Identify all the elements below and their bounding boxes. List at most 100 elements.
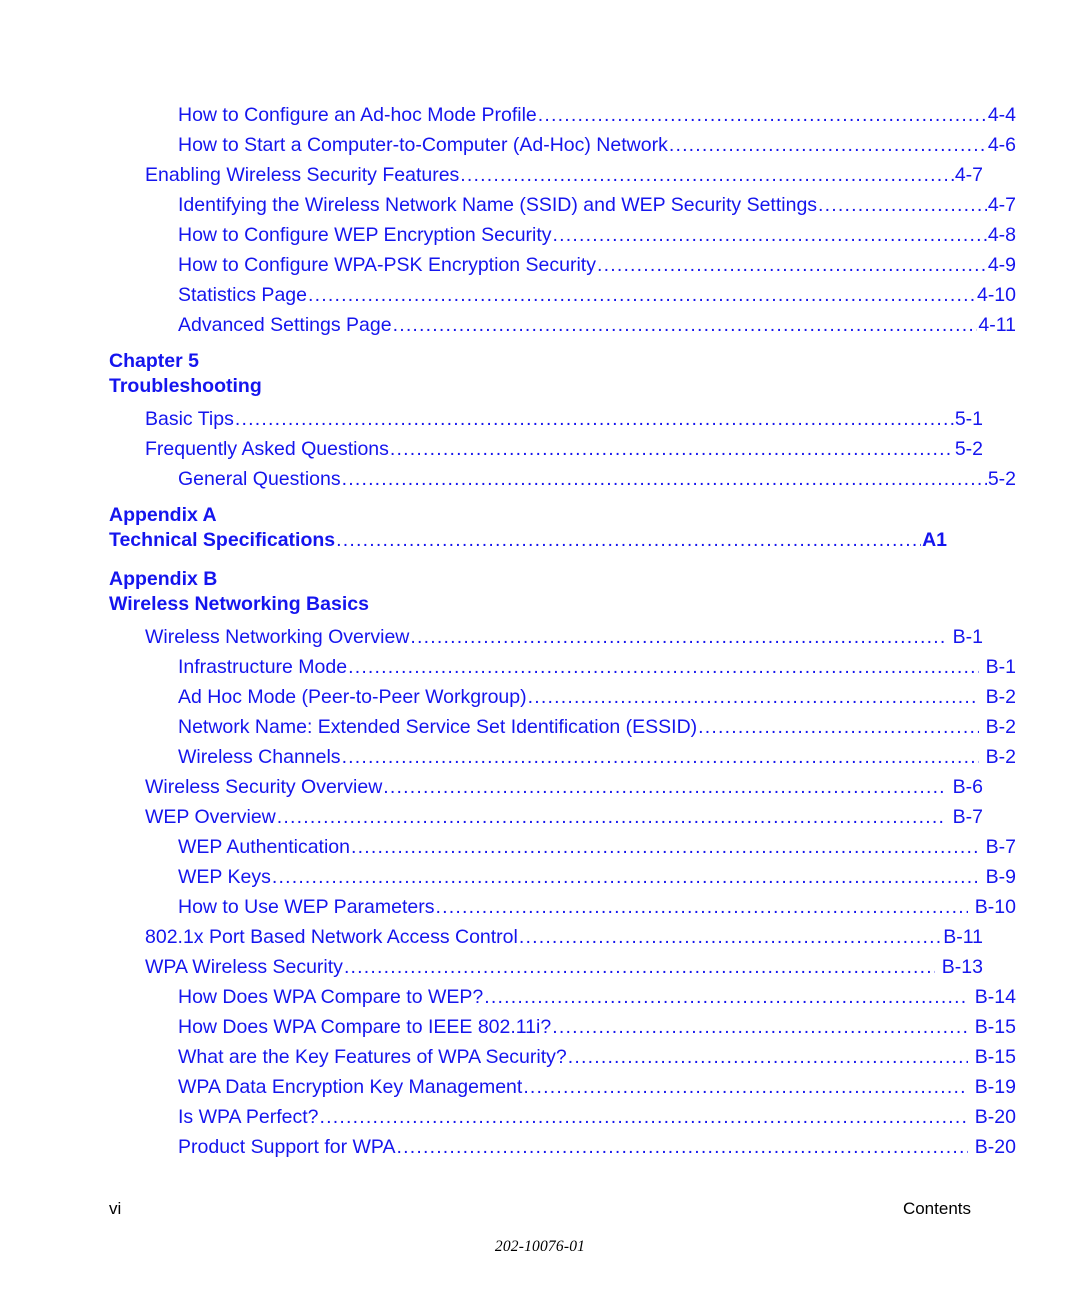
toc-entry[interactable]: WPA Data Encryption Key Management B-19 — [109, 1072, 1016, 1102]
toc-leader-dots — [460, 160, 954, 190]
toc-page-number: 4-8 — [987, 224, 1016, 246]
toc-entry[interactable]: How to Use WEP Parameters B-10 — [109, 892, 1016, 922]
footer-section-label: Contents — [902, 1199, 971, 1218]
toc-entry-title: How to Use WEP Parameters — [178, 896, 435, 918]
toc-page-number: B-1 — [952, 626, 983, 648]
toc-page-number: B-15 — [974, 1046, 1016, 1068]
toc-heading-label: Appendix B — [109, 568, 218, 590]
toc-entry-title: WPA Wireless Security — [145, 956, 343, 978]
toc-leader-dots — [342, 464, 987, 494]
toc-entry[interactable]: How to Configure an Ad-hoc Mode Profile 4… — [109, 100, 1016, 130]
toc-page-number: 4-9 — [987, 254, 1016, 276]
toc-entry-title: General Questions — [178, 468, 341, 490]
toc-entry[interactable]: Ad Hoc Mode (Peer-to-Peer Workgroup) B-2 — [109, 682, 1016, 712]
toc-entry-title: What are the Key Features of WPA Securit… — [178, 1046, 567, 1068]
toc-page-number: B-6 — [952, 776, 983, 798]
toc-leader-dots — [484, 982, 968, 1012]
toc-entry[interactable]: Identifying the Wireless Network Name (S… — [109, 190, 1016, 220]
toc-entry-title: Frequently Asked Questions — [145, 438, 389, 460]
toc-heading-entry[interactable]: Technical Specifications A1 — [109, 528, 947, 553]
toc-entry[interactable]: WEP Authentication B-7 — [109, 832, 1016, 862]
toc-entry-title: Advanced Settings Page — [178, 314, 392, 336]
toc-entry[interactable]: Product Support for WPA B-20 — [109, 1132, 1016, 1162]
page-footer: vi Contents — [109, 1196, 971, 1222]
toc-entry-title: WEP Keys — [178, 866, 271, 888]
toc-page-number: B-9 — [985, 866, 1016, 888]
toc-leader-dots — [669, 130, 987, 160]
toc-leader-dots — [348, 652, 979, 682]
toc-entry-title: How to Configure WPA-PSK Encryption Secu… — [178, 254, 596, 276]
toc-entry-title: WEP Authentication — [178, 836, 350, 858]
toc-leader-dots — [272, 862, 979, 892]
toc-entry[interactable]: Network Name: Extended Service Set Ident… — [109, 712, 1016, 742]
toc-entry[interactable]: How Does WPA Compare to IEEE 802.11i? B-1… — [109, 1012, 1016, 1042]
toc-entry[interactable]: How to Configure WPA-PSK Encryption Secu… — [109, 250, 1016, 280]
toc-page-number: 5-2 — [987, 468, 1016, 490]
toc-entry-title: WEP Overview — [145, 806, 276, 828]
toc-entry[interactable]: WEP Overview B-7 — [109, 802, 983, 832]
toc-page-number: 5-1 — [954, 408, 983, 430]
toc-heading-label: Appendix A — [109, 504, 217, 526]
toc-entry-title: Wireless Security Overview — [145, 776, 383, 798]
toc-page-number: 5-2 — [954, 438, 983, 460]
toc-entry-title: Enabling Wireless Security Features — [145, 164, 460, 186]
toc-leader-dots — [519, 922, 942, 952]
toc-page-number: 4-11 — [978, 314, 1016, 336]
toc-leader-dots — [320, 1102, 968, 1132]
toc-entry-title: Network Name: Extended Service Set Ident… — [178, 716, 698, 738]
toc-heading-title: Wireless Networking Basics — [109, 593, 369, 615]
toc-page-number: B-15 — [974, 1016, 1016, 1038]
toc-entry[interactable]: What are the Key Features of WPA Securit… — [109, 1042, 1016, 1072]
toc-entry[interactable]: How to Configure WEP Encryption Security… — [109, 220, 1016, 250]
toc-leader-dots — [342, 742, 979, 772]
toc-heading-title: Technical Specifications — [109, 529, 336, 551]
toc-entry-title: Ad Hoc Mode (Peer-to-Peer Workgroup) — [178, 686, 527, 708]
toc-entry[interactable]: 802.1x Port Based Network Access Control… — [109, 922, 983, 952]
toc-leader-dots — [390, 434, 954, 464]
toc-page-number: 4-7 — [987, 194, 1016, 216]
toc-page-number: 4-7 — [954, 164, 983, 186]
toc-leader-dots — [435, 892, 967, 922]
toc-entry[interactable]: Is WPA Perfect? B-20 — [109, 1102, 1016, 1132]
toc-entry[interactable]: How Does WPA Compare to WEP? B-14 — [109, 982, 1016, 1012]
toc-entry-title: Basic Tips — [145, 408, 234, 430]
toc-entry[interactable]: Wireless Channels B-2 — [109, 742, 1016, 772]
toc-entry[interactable]: Basic Tips 5-1 — [109, 404, 983, 434]
toc-entry-title: How Does WPA Compare to IEEE 802.11i? — [178, 1016, 552, 1038]
toc-leader-dots — [698, 712, 979, 742]
toc-leader-dots — [552, 1012, 968, 1042]
toc-page: How to Configure an Ad-hoc Mode Profile 4… — [0, 0, 1080, 1296]
toc-leader-dots — [568, 1042, 968, 1072]
toc-heading-title: Troubleshooting — [109, 375, 262, 397]
toc-leader-dots — [528, 682, 979, 712]
toc-entry[interactable]: Frequently Asked Questions 5-2 — [109, 434, 983, 464]
toc-entry[interactable]: Wireless Security Overview B-6 — [109, 772, 983, 802]
toc-page-number: 4-6 — [987, 134, 1016, 156]
toc-leader-dots — [523, 1072, 967, 1102]
toc-entry[interactable]: Advanced Settings Page 4-11 — [109, 310, 1016, 340]
toc-entry[interactable]: WPA Wireless Security B-13 — [109, 952, 983, 982]
toc-heading-block: Appendix A Technical Specifications A1 — [109, 503, 947, 553]
toc-entry-title: Infrastructure Mode — [178, 656, 348, 678]
toc-page-number: B-7 — [985, 836, 1016, 858]
toc-entry[interactable]: General Questions 5-2 — [109, 464, 1016, 494]
toc-entry[interactable]: How to Start a Computer-to-Computer (Ad-… — [109, 130, 1016, 160]
toc-page-number: B-20 — [974, 1136, 1016, 1158]
table-of-contents: How to Configure an Ad-hoc Mode Profile 4… — [109, 100, 1016, 1162]
toc-leader-dots — [396, 1132, 967, 1162]
toc-entry[interactable]: WEP Keys B-9 — [109, 862, 1016, 892]
toc-entry[interactable]: Enabling Wireless Security Features 4-7 — [109, 160, 983, 190]
toc-page-number: 4-4 — [987, 104, 1016, 126]
toc-entry-title: How to Start a Computer-to-Computer (Ad-… — [178, 134, 668, 156]
toc-entry[interactable]: Statistics Page 4-10 — [109, 280, 1016, 310]
toc-leader-dots — [336, 528, 921, 553]
toc-entry[interactable]: Wireless Networking Overview B-1 — [109, 622, 983, 652]
toc-leader-dots — [538, 100, 987, 130]
footer-page-number: vi — [109, 1199, 122, 1218]
toc-entry[interactable]: Infrastructure Mode B-1 — [109, 652, 1016, 682]
toc-entry-title: How Does WPA Compare to WEP? — [178, 986, 484, 1008]
toc-entry-title: Is WPA Perfect? — [178, 1106, 319, 1128]
toc-leader-dots — [344, 952, 935, 982]
